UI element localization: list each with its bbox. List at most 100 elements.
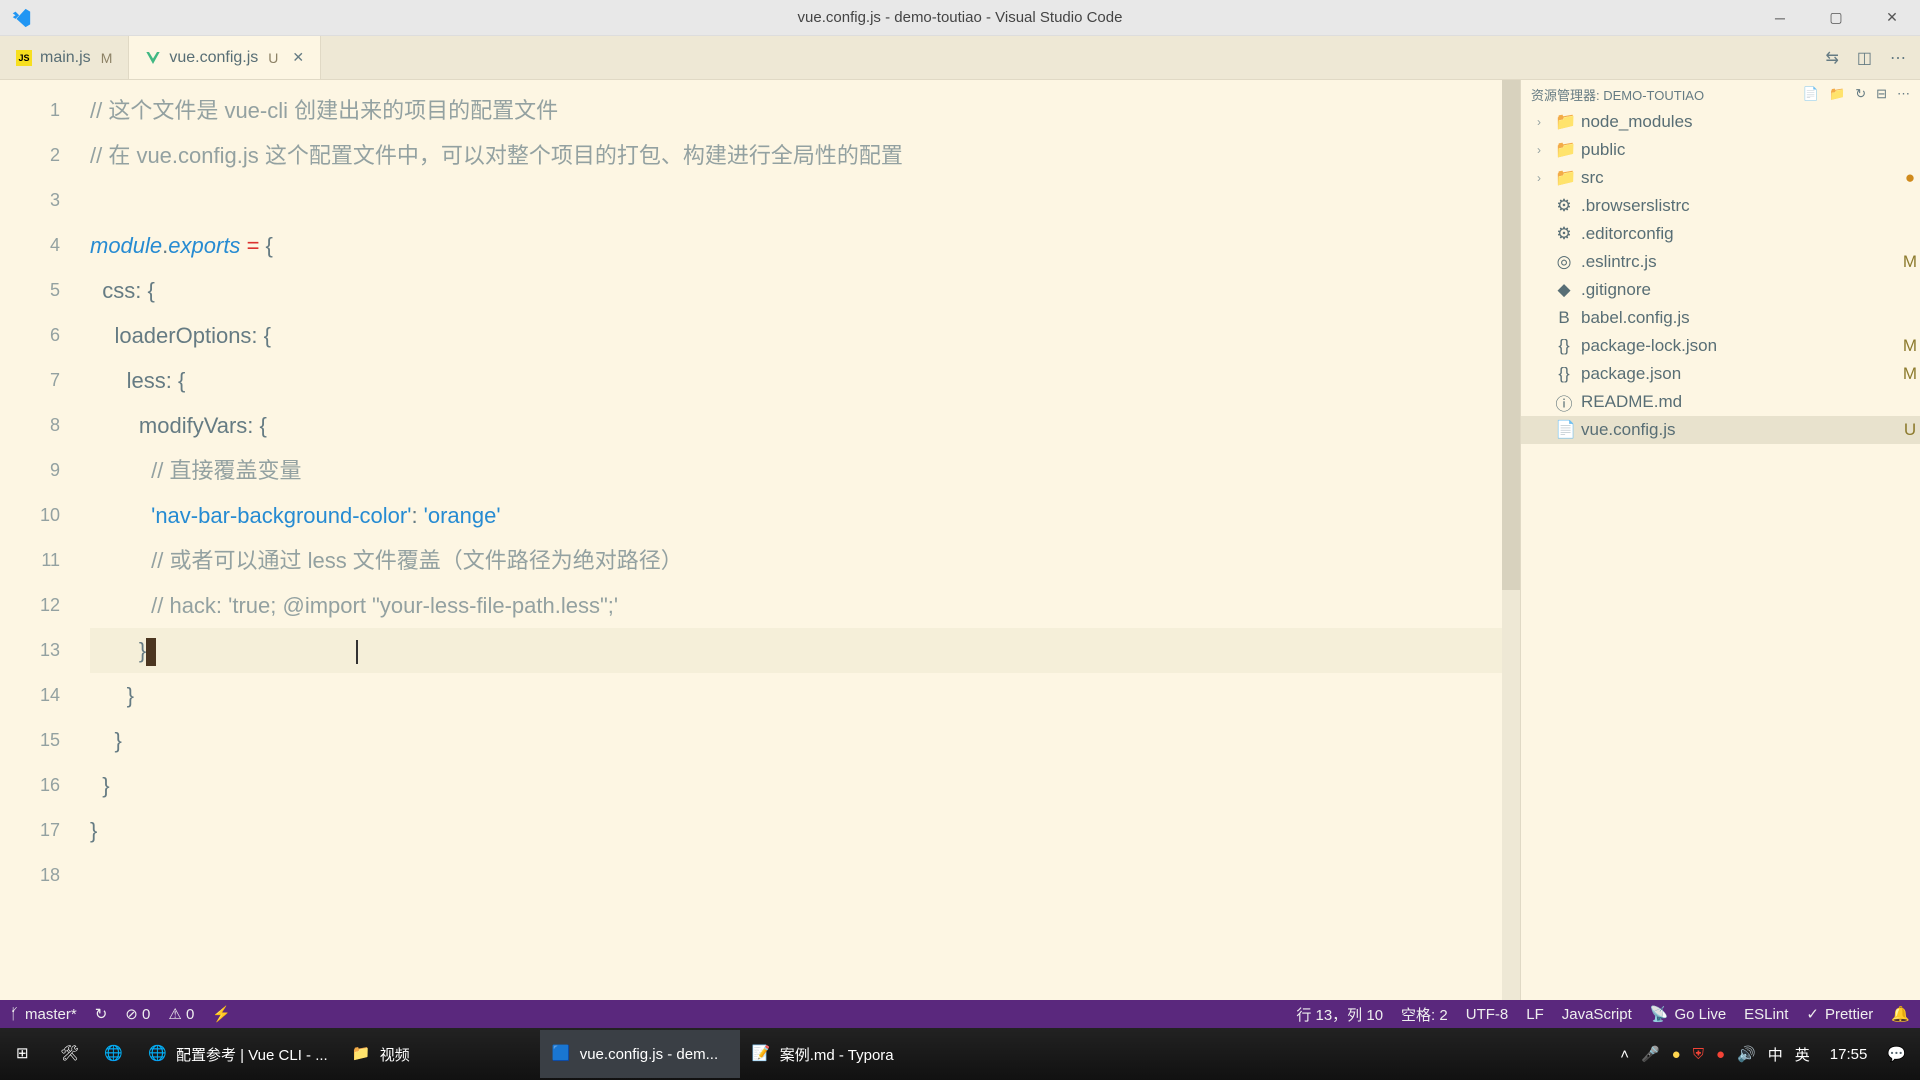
code-line[interactable]: less: { [90, 358, 1502, 403]
new-file-icon[interactable]: 📄 [1803, 86, 1819, 102]
file-package-json[interactable]: {}package.jsonM [1521, 360, 1920, 388]
code-line[interactable]: // 在 vue.config.js 这个配置文件中，可以对整个项目的打包、构建… [90, 133, 1502, 178]
file-icon: ◆ [1555, 280, 1573, 300]
eol[interactable]: LF [1526, 1006, 1544, 1023]
collapse-icon[interactable]: ⊟ [1876, 86, 1887, 102]
indent[interactable]: 空格: 2 [1401, 1004, 1448, 1025]
compare-icon[interactable]: ⇆ [1825, 48, 1838, 68]
cursor-position[interactable]: 行 13，列 10 [1296, 1004, 1383, 1025]
git-status: ● [1900, 168, 1920, 188]
tab-badge: U [268, 50, 278, 66]
taskbar-item[interactable]: 🌐 [92, 1030, 136, 1078]
language-mode[interactable]: JavaScript [1562, 1006, 1632, 1023]
code-line[interactable]: } [90, 718, 1502, 763]
minimize-button[interactable]: ─ [1752, 0, 1808, 36]
tab-main-js[interactable]: JS main.js M [0, 36, 129, 79]
file-README-md[interactable]: ⓘREADME.md [1521, 388, 1920, 416]
editor[interactable]: 123456789101112131415161718 // 这个文件是 vue… [0, 80, 1520, 1000]
file--editorconfig[interactable]: ⚙.editorconfig [1521, 220, 1920, 248]
typora-icon: 📝 [752, 1044, 772, 1064]
minimap[interactable] [1502, 80, 1520, 1000]
code-line[interactable]: modifyVars: { [90, 403, 1502, 448]
windows-taskbar: ⊞🛠🌐🌐配置参考 | Vue CLI - ...📁视频🟦vue.config.j… [0, 1028, 1920, 1080]
file-vue-config-js[interactable]: 📄vue.config.jsU [1521, 416, 1920, 444]
file-label: vue.config.js [1581, 420, 1892, 440]
line-number: 15 [0, 718, 90, 763]
file-icon: ⓘ [1555, 390, 1573, 415]
code-line[interactable] [90, 178, 1502, 223]
git-branch[interactable]: ᚶ master* [10, 1006, 77, 1023]
file-label: package.json [1581, 364, 1892, 384]
prettier[interactable]: ✓ Prettier [1806, 1005, 1873, 1023]
taskbar-item[interactable]: 🛠 [48, 1030, 92, 1078]
code-line[interactable]: // hack: 'true; @import "your-less-file-… [90, 583, 1502, 628]
maximize-button[interactable]: ▢ [1808, 0, 1864, 36]
title-bar: vue.config.js - demo-toutiao - Visual St… [0, 0, 1920, 36]
close-button[interactable]: ✕ [1864, 0, 1920, 36]
code-line[interactable]: } [90, 808, 1502, 853]
notifications-icon[interactable] [1891, 1005, 1910, 1023]
taskbar-item[interactable]: 📁视频 [340, 1030, 540, 1078]
taskbar-item[interactable]: 🟦vue.config.js - dem... [540, 1030, 740, 1078]
code-line[interactable]: // 直接覆盖变量 [90, 448, 1502, 493]
folder-src[interactable]: ›📁src● [1521, 164, 1920, 192]
clock[interactable]: 17:55 [1822, 1046, 1876, 1063]
minimap-thumb[interactable] [1502, 80, 1520, 590]
code-line[interactable]: } [90, 673, 1502, 718]
taskbar-item[interactable]: 🌐配置参考 | Vue CLI - ... [136, 1030, 340, 1078]
tray-icon[interactable]: ● [1716, 1046, 1725, 1063]
tray-icon[interactable]: ⛨ [1693, 1046, 1704, 1063]
code-line[interactable]: // 这个文件是 vue-cli 创建出来的项目的配置文件 [90, 88, 1502, 133]
more-icon[interactable]: ⋯ [1890, 48, 1906, 68]
more-icon[interactable]: ⋯ [1897, 86, 1910, 102]
file-babel-config-js[interactable]: Bbabel.config.js [1521, 304, 1920, 332]
code-line[interactable]: css: { [90, 268, 1502, 313]
line-number: 1 [0, 88, 90, 133]
taskbar-item[interactable]: ⊞ [4, 1030, 48, 1078]
file-package-lock-json[interactable]: {}package-lock.jsonM [1521, 332, 1920, 360]
errors[interactable]: ⊘ 0 [125, 1005, 150, 1023]
line-number: 3 [0, 178, 90, 223]
system-tray[interactable]: ˄ 🎤 ● ⛨ ● 🔊 中 英 17:55 💬 [1610, 1044, 1916, 1065]
go-live[interactable]: Go Live [1650, 1005, 1726, 1023]
tab-vue-config-js[interactable]: vue.config.js U ✕ [129, 36, 321, 79]
file--browserslistrc[interactable]: ⚙.browserslistrc [1521, 192, 1920, 220]
encoding[interactable]: UTF-8 [1466, 1006, 1509, 1023]
code-line[interactable]: } [90, 628, 1502, 673]
explorer-sidebar: 资源管理器: DEMO-TOUTIAO 📄 📁 ↻ ⊟ ⋯ ›📁node_mod… [1520, 80, 1920, 1000]
code-line[interactable]: 'nav-bar-background-color': 'orange' [90, 493, 1502, 538]
code-line[interactable] [90, 853, 1502, 898]
close-tab-icon[interactable]: ✕ [292, 49, 304, 66]
file--eslintrc-js[interactable]: ◎.eslintrc.jsM [1521, 248, 1920, 276]
action-center-icon[interactable]: 💬 [1887, 1045, 1906, 1063]
line-number: 7 [0, 358, 90, 403]
code-line[interactable]: } [90, 763, 1502, 808]
split-editor-icon[interactable]: ◫ [1857, 48, 1872, 68]
sync-button[interactable]: ↻ [95, 1005, 108, 1023]
git-status: M [1900, 336, 1920, 356]
folder-public[interactable]: ›📁public [1521, 136, 1920, 164]
taskbar-item[interactable]: 📝案例.md - Typora [740, 1030, 940, 1078]
file--gitignore[interactable]: ◆.gitignore [1521, 276, 1920, 304]
folder-icon: 📁 [352, 1044, 372, 1064]
code-line[interactable]: // 或者可以通过 less 文件覆盖（文件路径为绝对路径） [90, 538, 1502, 583]
tray-icon[interactable]: 🔊 [1737, 1045, 1756, 1063]
line-number: 12 [0, 583, 90, 628]
tray-icon[interactable]: ● [1672, 1046, 1681, 1063]
new-folder-icon[interactable]: 📁 [1829, 86, 1845, 102]
folder-node_modules[interactable]: ›📁node_modules [1521, 108, 1920, 136]
ime2[interactable]: 英 [1795, 1044, 1810, 1065]
warnings[interactable]: ⚠ 0 [168, 1005, 194, 1023]
bolt[interactable]: ⚡ [212, 1005, 231, 1023]
line-number: 17 [0, 808, 90, 853]
eslint[interactable]: ESLint [1744, 1006, 1788, 1023]
file-label: package-lock.json [1581, 336, 1892, 356]
file-label: .browserslistrc [1581, 196, 1892, 216]
ime1[interactable]: 中 [1768, 1044, 1783, 1065]
tray-icon[interactable]: 🎤 [1641, 1045, 1660, 1063]
code-line[interactable]: loaderOptions: { [90, 313, 1502, 358]
code-line[interactable]: module.exports = { [90, 223, 1502, 268]
refresh-icon[interactable]: ↻ [1855, 86, 1866, 102]
tray-chevron-icon[interactable]: ˄ [1620, 1046, 1629, 1063]
code-area[interactable]: // 这个文件是 vue-cli 创建出来的项目的配置文件// 在 vue.co… [90, 80, 1502, 1000]
